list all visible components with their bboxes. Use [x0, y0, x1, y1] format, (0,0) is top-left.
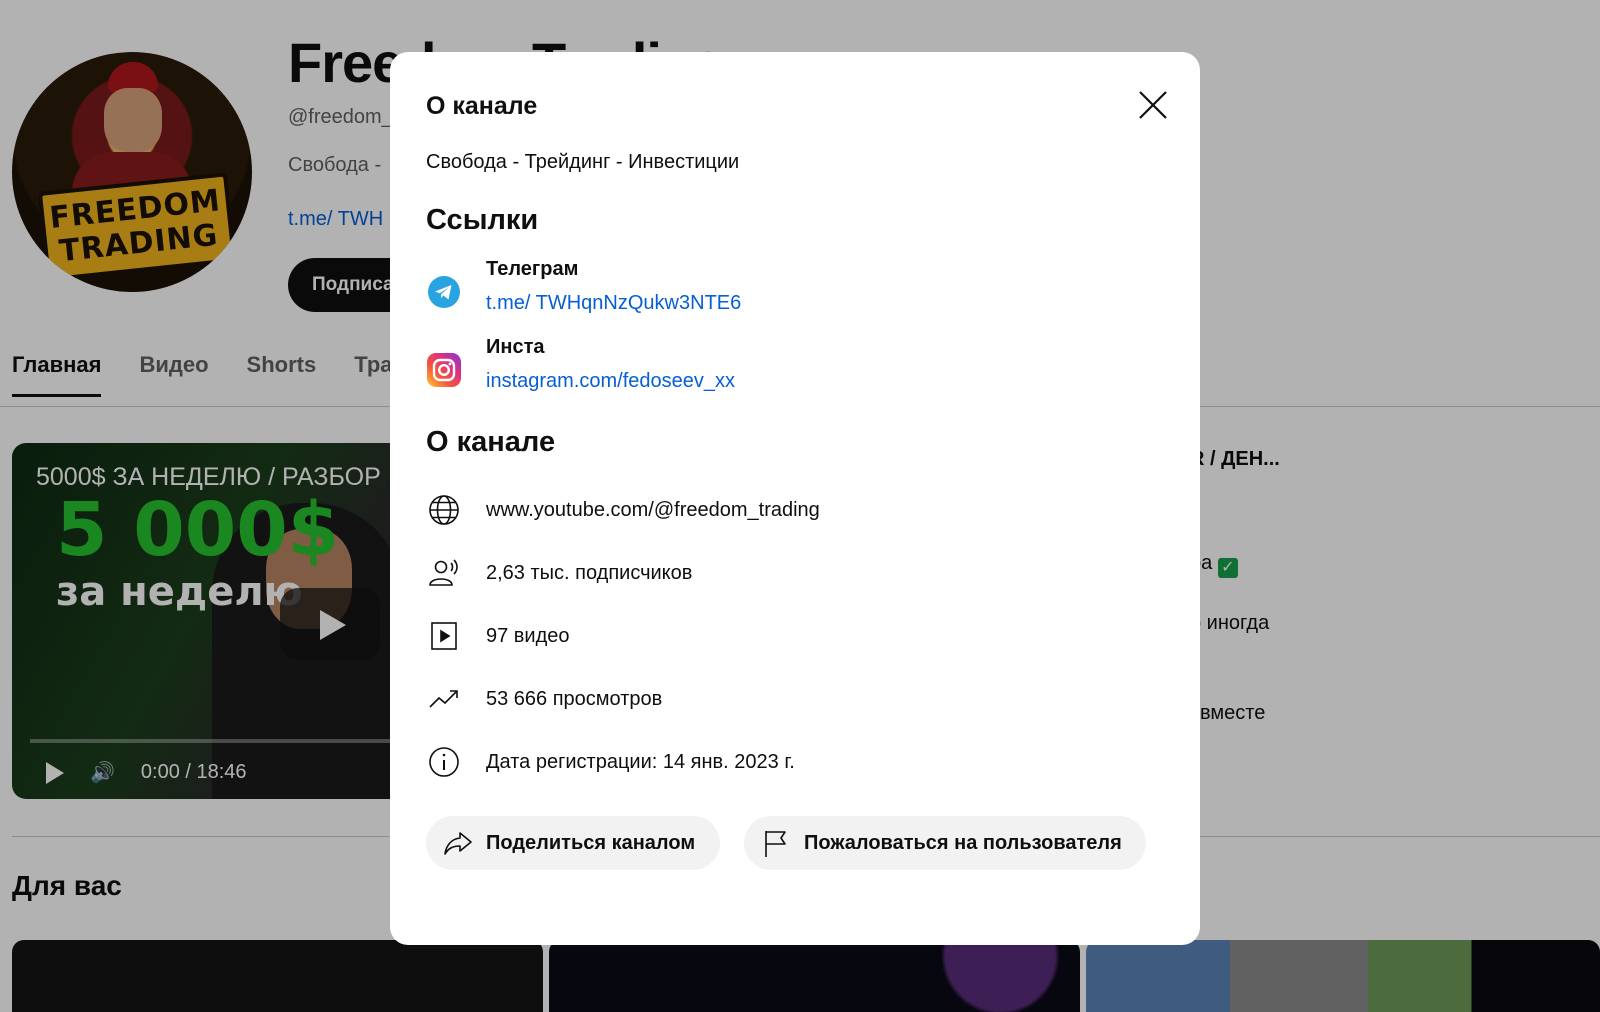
share-label: Поделиться каналом: [486, 831, 696, 854]
subscriber-count: 2,63 тыс. подписчиков: [486, 561, 693, 584]
about-channel-dialog: О канале Свобода - Трейдинг - Инвестиции…: [390, 52, 1200, 945]
link-name: Инста: [486, 336, 545, 358]
channel-tagline: Свобода - Трейдинг - Инвестиции: [426, 151, 740, 173]
subscribers-row: 2,63 тыс. подписчиков: [426, 553, 1146, 593]
link-instagram: Инста instagram.com/fedoseev_xx: [426, 336, 1126, 406]
trending-up-icon: [429, 690, 458, 708]
view-count: 53 666 просмотров: [486, 687, 663, 710]
views-row: 53 666 просмотров: [426, 679, 1146, 719]
flag-icon: [765, 831, 786, 857]
links-heading: Ссылки: [426, 204, 539, 236]
channel-url[interactable]: www.youtube.com/@freedom_trading: [486, 499, 820, 522]
video-play-icon: [431, 622, 457, 650]
videos-row: 97 видео: [426, 616, 1146, 656]
link-url[interactable]: t.me/ TWHqnNzQukw3NTE6: [486, 292, 741, 315]
share-icon: [444, 832, 472, 855]
link-telegram: Телеграм t.me/ TWHqnNzQukw3NTE6: [426, 258, 1126, 328]
info-icon: [429, 747, 459, 777]
about-section-heading: О канале: [426, 426, 556, 458]
instagram-icon: [427, 353, 461, 387]
globe-icon: [429, 495, 459, 525]
telegram-icon: [428, 276, 460, 308]
link-name: Телеграм: [486, 258, 579, 280]
link-url[interactable]: instagram.com/fedoseev_xx: [486, 370, 735, 393]
dialog-title: О канале: [426, 92, 538, 120]
channel-url-row: www.youtube.com/@freedom_trading: [426, 490, 1146, 530]
joined-row: Дата регистрации: 14 янв. 2023 г.: [426, 742, 1146, 782]
subscribers-icon: [429, 559, 458, 586]
join-date: Дата регистрации: 14 янв. 2023 г.: [486, 750, 795, 773]
report-user-button[interactable]: Пожаловаться на пользователя: [744, 816, 1146, 870]
report-label: Пожаловаться на пользователя: [804, 831, 1122, 854]
share-channel-button[interactable]: Поделиться каналом: [426, 816, 720, 870]
video-count: 97 видео: [486, 624, 570, 647]
close-icon[interactable]: [1136, 88, 1170, 122]
